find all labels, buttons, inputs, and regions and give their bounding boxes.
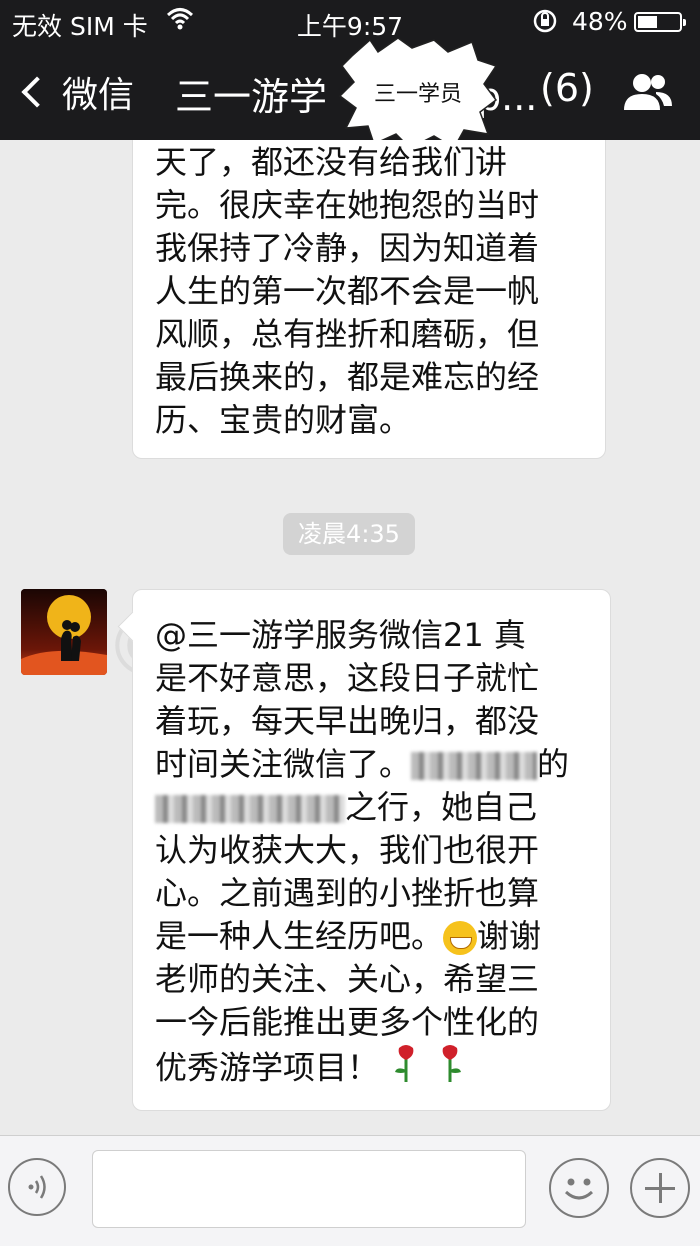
sticker-text: 三一学员 xyxy=(373,82,462,107)
message-line: 完。很庆幸在她抱怨的当时 xyxy=(155,186,540,224)
more-options-button[interactable] xyxy=(630,1158,690,1218)
message-line: 天了，都还没有给我们讲 xyxy=(155,143,508,181)
message-line: 老师的关注、关心，希望三 xyxy=(155,960,540,998)
voice-input-button[interactable] xyxy=(8,1158,66,1216)
chevron-left-icon xyxy=(21,76,53,108)
message-line: 心。之前遇到的小挫折也算 xyxy=(155,874,540,912)
member-count: (6) xyxy=(540,66,594,110)
battery-fill xyxy=(638,16,657,28)
redacted-text xyxy=(411,752,538,780)
voice-icon xyxy=(28,1175,46,1199)
message-line: 认为收获大大，我们也很开 xyxy=(155,831,540,869)
sticker-overlay: 三一学员 xyxy=(338,38,498,150)
message-line: 一今后能推出更多个性化的 xyxy=(155,1003,540,1041)
message-line: 之行，她自己 xyxy=(155,786,594,829)
message-line: 是不好意思，这段日子就忙 xyxy=(155,659,540,697)
rose-emoji-icon xyxy=(389,1044,423,1095)
rose-emoji-icon xyxy=(433,1044,467,1095)
redacted-text xyxy=(155,795,345,823)
message-line: 是一种人生经历吧。 谢谢 xyxy=(155,917,542,955)
message-line: 着玩，每天早出晚归，都没 xyxy=(155,702,540,740)
back-button[interactable]: 微信 xyxy=(18,66,134,118)
input-bar xyxy=(0,1135,700,1246)
message-line: 优秀游学项目！ xyxy=(155,1044,594,1095)
group-members-icon[interactable] xyxy=(620,72,676,112)
message-line: 历、宝贵的财富。 xyxy=(155,401,412,439)
message-line: 人生的第一次都不会是一帆 xyxy=(155,272,540,310)
orientation-lock-icon xyxy=(532,8,558,40)
avatar[interactable] xyxy=(21,589,107,675)
message-bubble[interactable]: 天了，都还没有给我们讲 完。很庆幸在她抱怨的当时 我保持了冷静，因为知道着 人生… xyxy=(132,140,606,459)
smiley-icon xyxy=(564,1178,594,1200)
back-label: 微信 xyxy=(62,75,135,116)
message-input[interactable] xyxy=(92,1150,526,1228)
message-timestamp: 凌晨4:35 xyxy=(283,513,415,555)
battery-percent: 48% xyxy=(572,7,628,36)
message-line: 最后换来的，都是难忘的经 xyxy=(155,358,540,396)
emoji-button[interactable] xyxy=(549,1158,609,1218)
message-line: 风顺，总有挫折和磨砺，但 xyxy=(155,315,540,353)
message-line: 时间关注微信了。的 xyxy=(155,745,570,783)
chat-area[interactable]: 天了，都还没有给我们讲 完。很庆幸在她抱怨的当时 我保持了冷静，因为知道着 人生… xyxy=(0,140,700,1135)
message-line: 我保持了冷静，因为知道着 xyxy=(155,229,540,267)
message-line: @三一游学服务微信21 真 xyxy=(155,616,526,654)
battery-icon xyxy=(634,12,686,32)
message-bubble[interactable]: @三一游学服务微信21 真 是不好意思，这段日子就忙 着玩，每天早出晚归，都没 … xyxy=(132,589,611,1111)
grin-emoji-icon xyxy=(443,921,478,955)
